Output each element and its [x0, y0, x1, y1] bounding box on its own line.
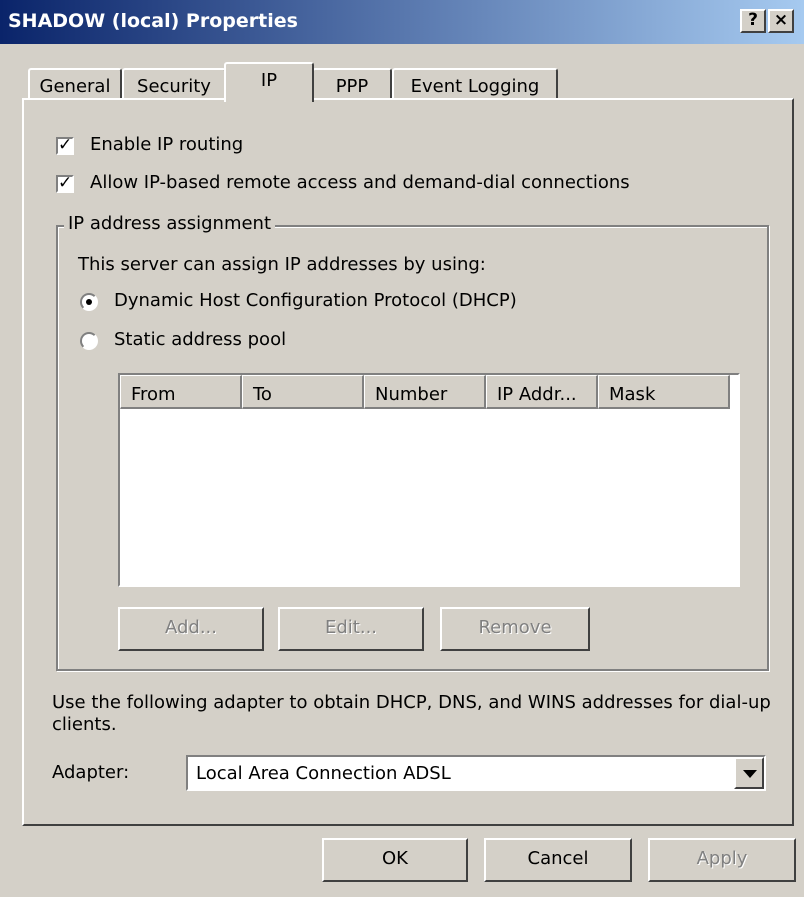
ip-assignment-title: IP address assignment [64, 213, 276, 234]
apply-button[interactable]: Apply [648, 838, 796, 882]
tab-security[interactable]: Security [122, 68, 226, 100]
static-pool-label[interactable]: Static address pool [114, 329, 286, 350]
enable-ip-routing-label[interactable]: Enable IP routing [90, 134, 243, 155]
remove-button[interactable]: Remove [440, 607, 590, 651]
radio-selected-icon [86, 299, 92, 305]
help-button[interactable]: ? [740, 9, 766, 33]
title-bar: SHADOW (local) Properties ? × [0, 0, 804, 44]
allow-ip-remote-checkbox[interactable]: ✓ [56, 173, 74, 193]
add-button[interactable]: Add... [118, 607, 264, 651]
dhcp-radio[interactable] [80, 293, 98, 311]
assign-intro-text: This server can assign IP addresses by u… [78, 254, 486, 275]
column-ip-addr[interactable]: IP Addr... [486, 375, 598, 409]
allow-ip-remote-label[interactable]: Allow IP-based remote access and demand-… [90, 172, 630, 193]
address-pool-list[interactable]: From To Number IP Addr... Mask [118, 373, 740, 587]
column-from[interactable]: From [120, 375, 242, 409]
adapter-select[interactable]: Local Area Connection ADSL [186, 755, 766, 791]
check-icon: ✓ [58, 173, 73, 193]
ok-button[interactable]: OK [322, 838, 468, 882]
check-icon: ✓ [58, 135, 73, 155]
static-pool-radio[interactable] [80, 332, 98, 350]
column-mask[interactable]: Mask [598, 375, 730, 409]
dropdown-arrow-button[interactable] [734, 757, 764, 789]
chevron-down-icon [743, 770, 757, 778]
dhcp-label[interactable]: Dynamic Host Configuration Protocol (DHC… [114, 290, 517, 311]
column-to[interactable]: To [242, 375, 364, 409]
tab-ip[interactable]: IP [224, 62, 314, 102]
tab-general[interactable]: General [28, 68, 122, 100]
enable-ip-routing-checkbox[interactable]: ✓ [56, 135, 74, 155]
edit-button[interactable]: Edit... [278, 607, 424, 651]
adapter-value: Local Area Connection ADSL [196, 763, 451, 784]
adapter-label: Adapter: [52, 762, 130, 783]
tab-event-logging[interactable]: Event Logging [392, 68, 558, 100]
window-title: SHADOW (local) Properties [8, 10, 298, 32]
adapter-description: Use the following adapter to obtain DHCP… [52, 692, 771, 735]
column-number[interactable]: Number [364, 375, 486, 409]
tab-ppp[interactable]: PPP [312, 68, 392, 100]
close-button[interactable]: × [768, 9, 794, 33]
cancel-button[interactable]: Cancel [484, 838, 632, 882]
